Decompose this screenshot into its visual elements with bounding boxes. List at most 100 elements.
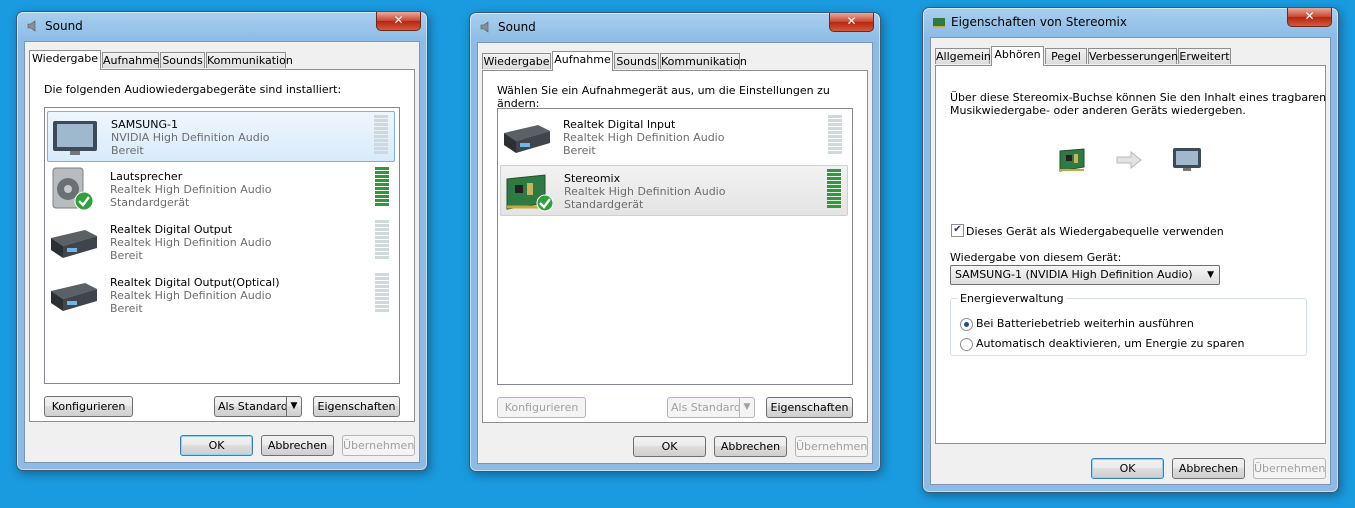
properties-button[interactable]: Eigenschaften bbox=[766, 397, 853, 418]
sound-card-icon bbox=[506, 174, 553, 212]
close-icon: ✕ bbox=[1304, 9, 1315, 23]
properties-button[interactable]: Eigenschaften bbox=[313, 396, 400, 417]
set-default-label: Als Standard bbox=[671, 401, 741, 414]
device-name: Realtek Digital Output(Optical) bbox=[110, 276, 280, 289]
dialog-client: Wiedergabe Aufnahme Sounds Kommunikation… bbox=[24, 41, 420, 463]
chevron-down-icon: ▼ bbox=[1207, 270, 1214, 280]
list-item[interactable]: SAMSUNG-1 NVIDIA High Definition Audio B… bbox=[47, 111, 395, 162]
level-meter bbox=[828, 115, 842, 157]
tab-panel: Die folgenden Audiowiedergabegeräte sind… bbox=[29, 69, 415, 422]
device-name: Realtek Digital Input bbox=[563, 118, 676, 131]
checkmark-icon: ✔ bbox=[953, 224, 962, 235]
tab-sounds[interactable]: Sounds bbox=[614, 53, 659, 69]
tab-recording[interactable]: Aufnahme bbox=[102, 52, 160, 68]
device-status: Bereit bbox=[111, 144, 144, 157]
tab-sounds[interactable]: Sounds bbox=[160, 52, 205, 68]
apply-button[interactable]: Übernehmen bbox=[342, 435, 415, 456]
close-button[interactable]: ✕ bbox=[1287, 8, 1332, 27]
level-meter bbox=[375, 273, 389, 315]
monitor-icon bbox=[1173, 148, 1201, 171]
tab-listen[interactable]: Abhören bbox=[991, 46, 1044, 66]
tab-playback[interactable]: Wiedergabe bbox=[29, 50, 101, 70]
title-bar[interactable]: Eigenschaften von Stereomix ✕ bbox=[923, 8, 1338, 36]
tab-recording[interactable]: Aufnahme bbox=[552, 51, 613, 71]
set-default-label: Als Standard bbox=[218, 400, 288, 413]
intro-text: Wählen Sie ein Aufnahmegerät aus, um die… bbox=[497, 84, 830, 110]
device-driver: Realtek High Definition Audio bbox=[110, 236, 272, 249]
device-driver: Realtek High Definition Audio bbox=[110, 183, 272, 196]
configure-button[interactable]: Konfigurieren bbox=[497, 397, 586, 418]
tab-playback[interactable]: Wiedergabe bbox=[482, 53, 551, 69]
device-name: Realtek Digital Output bbox=[110, 223, 233, 236]
playback-device-value: SAMSUNG-1 (NVIDIA High Definition Audio) bbox=[955, 268, 1193, 281]
list-item[interactable]: Realtek Digital Output Realtek High Defi… bbox=[47, 217, 395, 268]
radio-keep-running-label[interactable]: Bei Batteriebetrieb weiterhin ausführen bbox=[976, 317, 1194, 330]
radio-auto-disable-label[interactable]: Automatisch deaktivieren, um Energie zu … bbox=[976, 337, 1244, 350]
chevron-down-icon[interactable]: ▼ bbox=[739, 398, 754, 417]
arrow-right-icon bbox=[1116, 151, 1142, 169]
radio-auto-disable[interactable] bbox=[960, 338, 973, 351]
list-item[interactable]: Lautsprecher Realtek High Definition Aud… bbox=[47, 164, 395, 215]
sound-card-small-icon bbox=[933, 18, 945, 28]
ok-button[interactable]: OK bbox=[633, 436, 706, 457]
stereomix-properties-window: Eigenschaften von Stereomix ✕ Allgemein … bbox=[922, 7, 1339, 493]
sound-window-recording: Sound ✕ Wiedergabe Aufnahme Sounds Kommu… bbox=[469, 12, 881, 472]
device-list[interactable]: Realtek Digital Input Realtek High Defin… bbox=[497, 108, 853, 385]
tab-levels[interactable]: Pegel bbox=[1045, 48, 1087, 64]
level-meter bbox=[827, 169, 841, 211]
cancel-button[interactable]: Abbrechen bbox=[1172, 458, 1245, 479]
list-item[interactable]: Realtek Digital Input Realtek High Defin… bbox=[500, 112, 848, 163]
list-item[interactable]: Stereomix Realtek High Definition Audio … bbox=[500, 165, 848, 216]
chevron-down-icon[interactable]: ▼ bbox=[286, 397, 301, 416]
ok-button[interactable]: OK bbox=[1091, 458, 1164, 479]
playback-device-select[interactable]: SAMSUNG-1 (NVIDIA High Definition Audio)… bbox=[950, 265, 1220, 285]
device-name: Stereomix bbox=[564, 172, 621, 185]
set-default-button[interactable]: Als Standard ▼ bbox=[667, 397, 755, 418]
power-management-label: Energieverwaltung bbox=[957, 292, 1067, 305]
cancel-button[interactable]: Abbrechen bbox=[714, 436, 787, 457]
tab-communication[interactable]: Kommunikation bbox=[206, 52, 293, 68]
dialog-client: Allgemein Abhören Pegel Verbesserungen E… bbox=[930, 37, 1331, 485]
device-list[interactable]: SAMSUNG-1 NVIDIA High Definition Audio B… bbox=[44, 107, 400, 384]
level-meter bbox=[375, 220, 389, 262]
cancel-button[interactable]: Abbrechen bbox=[261, 435, 334, 456]
window-title: Sound bbox=[45, 19, 83, 33]
apply-button[interactable]: Übernehmen bbox=[795, 436, 868, 457]
speaker-small-icon bbox=[480, 21, 489, 33]
title-bar[interactable]: Sound ✕ bbox=[17, 12, 427, 40]
apply-button[interactable]: Übernehmen bbox=[1253, 458, 1326, 479]
set-default-button[interactable]: Als Standard ▼ bbox=[214, 396, 302, 417]
device-status: Bereit bbox=[110, 302, 143, 315]
speaker-small-icon bbox=[27, 20, 36, 32]
power-management-group: Energieverwaltung Bei Batteriebetrieb we… bbox=[950, 292, 1307, 356]
listen-checkbox-label[interactable]: Dieses Gerät als Wiedergabequelle verwen… bbox=[966, 225, 1224, 238]
tab-enhancements[interactable]: Verbesserungen bbox=[1088, 48, 1178, 64]
radio-keep-running[interactable] bbox=[960, 318, 973, 331]
tab-panel: Wählen Sie ein Aufnahmegerät aus, um die… bbox=[482, 70, 868, 423]
title-bar[interactable]: Sound ✕ bbox=[470, 13, 880, 41]
device-status: Bereit bbox=[110, 249, 143, 262]
tab-panel: Über diese Stereomix-Buchse können Sie d… bbox=[935, 65, 1326, 444]
intro-text: Die folgenden Audiowiedergabegeräte sind… bbox=[44, 83, 342, 96]
tab-advanced[interactable]: Erweitert bbox=[1178, 48, 1231, 64]
device-status: Standardgerät bbox=[564, 198, 644, 211]
sound-window-playback: Sound ✕ Wiedergabe Aufnahme Sounds Kommu… bbox=[16, 11, 428, 471]
configure-button[interactable]: Konfigurieren bbox=[44, 396, 133, 417]
sound-card-icon bbox=[1059, 148, 1085, 172]
tab-general[interactable]: Allgemein bbox=[935, 48, 991, 64]
digital-output-icon bbox=[51, 230, 97, 258]
close-button[interactable]: ✕ bbox=[376, 12, 421, 31]
speaker-icon bbox=[52, 167, 94, 211]
playback-device-label: Wiedergabe von diesem Gerät: bbox=[950, 251, 1122, 264]
ok-button[interactable]: OK bbox=[180, 435, 253, 456]
description-line-1: Über diese Stereomix-Buchse können Sie d… bbox=[950, 91, 1327, 104]
window-title: Eigenschaften von Stereomix bbox=[951, 15, 1127, 29]
close-button[interactable]: ✕ bbox=[829, 13, 874, 32]
list-item[interactable]: Realtek Digital Output(Optical) Realtek … bbox=[47, 270, 395, 321]
digital-output-icon bbox=[51, 283, 97, 311]
device-name: SAMSUNG-1 bbox=[111, 118, 178, 131]
tab-communication[interactable]: Kommunikation bbox=[660, 53, 747, 69]
device-driver: Realtek High Definition Audio bbox=[563, 131, 725, 144]
listen-checkbox[interactable]: ✔ bbox=[951, 224, 964, 237]
close-icon: ✕ bbox=[846, 14, 857, 28]
